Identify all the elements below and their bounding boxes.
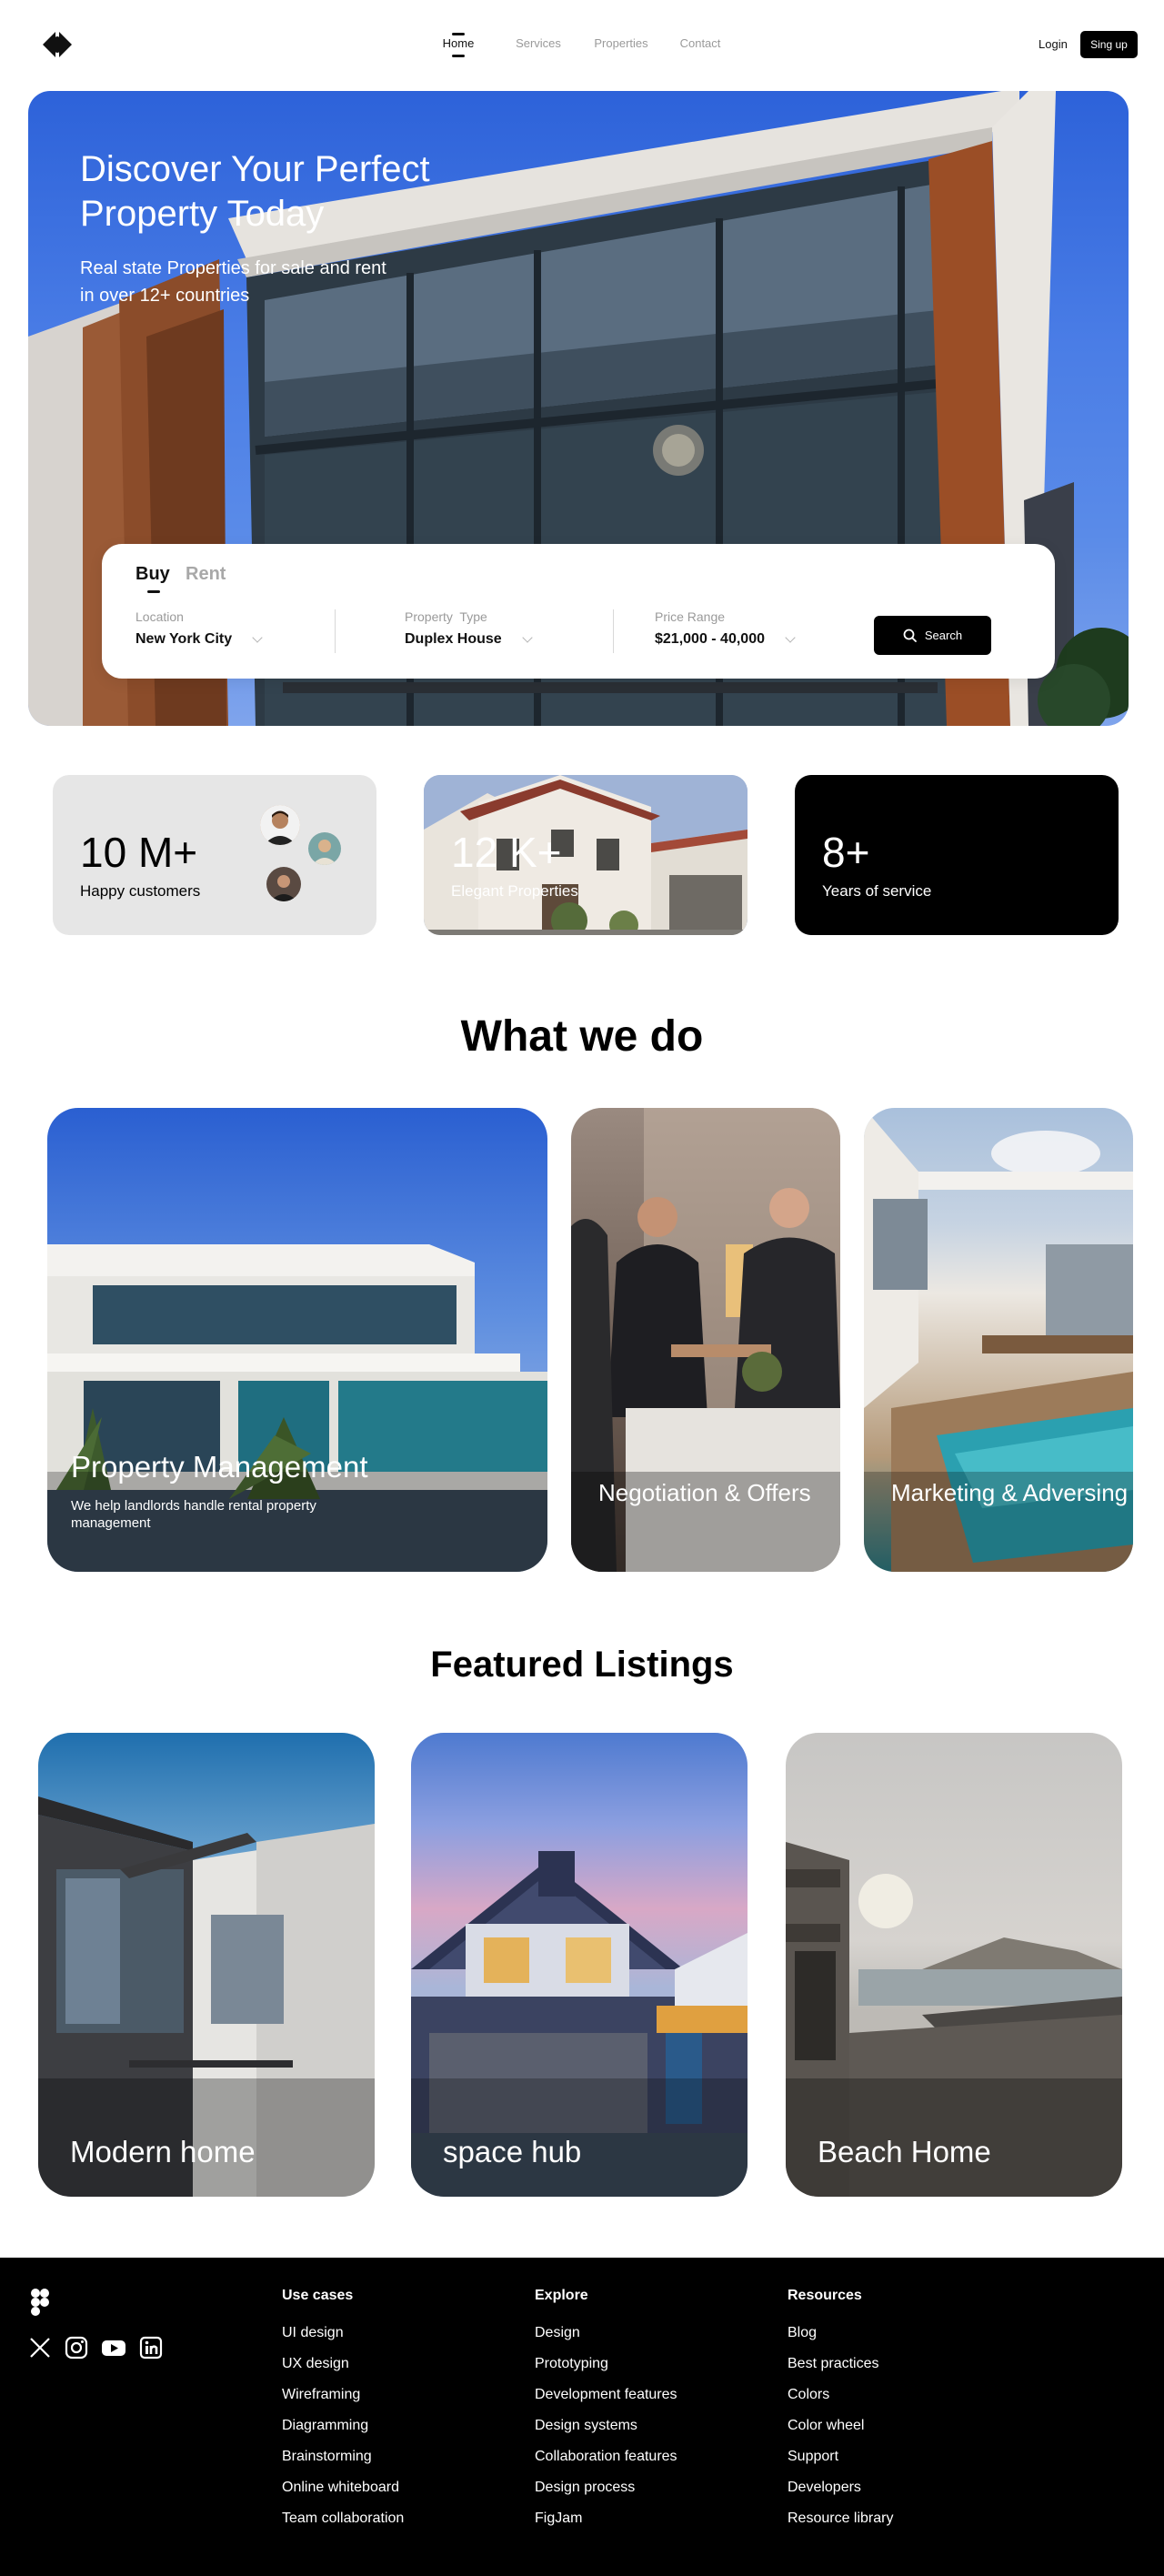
chevron-down-icon [252, 631, 263, 643]
nav-home-label: Home [442, 36, 475, 50]
footer-link[interactable]: Design process [535, 2479, 677, 2497]
footer-link[interactable]: FigJam [535, 2510, 677, 2528]
footer-link[interactable]: Wireframing [282, 2386, 404, 2404]
footer-link[interactable]: Blog [788, 2324, 893, 2342]
footer-link[interactable]: Colors [788, 2386, 893, 2404]
footer-link[interactable]: Developers [788, 2479, 893, 2497]
footer-column-use-cases: Use cases UI design UX design Wireframin… [282, 2288, 404, 2541]
divider [335, 609, 336, 653]
x-icon[interactable] [28, 2336, 52, 2360]
listing-title: space hub [443, 2135, 582, 2168]
price-range-select[interactable]: Price Range $21,000 - 40,000 [655, 609, 796, 648]
property-type-value: Duplex House [405, 631, 502, 647]
footer-link[interactable]: Development features [535, 2386, 677, 2404]
listing-card-beach-home[interactable]: Beach Home [786, 1733, 1122, 2197]
stat-card-properties: 12 K+ Elegant Properties [424, 775, 748, 935]
service-card-title: Property Management [71, 1450, 368, 1484]
footer-link[interactable]: Online whiteboard [282, 2479, 404, 2497]
property-type-label: Property Type [405, 609, 487, 624]
linkedin-icon[interactable] [139, 2336, 163, 2360]
footer-link[interactable]: Brainstorming [282, 2448, 404, 2466]
stat-number: 8+ [822, 829, 870, 876]
listing-title: Modern home [70, 2135, 256, 2168]
listing-image [38, 1796, 375, 2197]
property-search-card: Buy Rent Location New York City Property… [102, 544, 1055, 679]
footer-column-heading: Explore [535, 2288, 588, 2303]
footer-link[interactable]: Support [788, 2448, 893, 2466]
hero-subtitle: Real state Properties for sale and rent … [80, 258, 386, 306]
active-indicator-top [452, 33, 465, 35]
service-card-title: Negotiation & Offers [598, 1479, 811, 1506]
search-icon [903, 629, 917, 642]
youtube-icon[interactable] [101, 2336, 126, 2360]
footer-link[interactable]: UX design [282, 2355, 404, 2373]
footer-link[interactable]: Diagramming [282, 2417, 404, 2435]
footer-link[interactable]: Color wheel [788, 2417, 893, 2435]
service-card-title: Marketing & Adversing [891, 1479, 1129, 1506]
service-card-negotiation[interactable]: Negotiation & Offers [571, 1108, 840, 1572]
active-indicator-bottom [452, 55, 465, 57]
service-card-description: We help landlords handle rental property… [71, 1498, 316, 1531]
login-link[interactable]: Login [1039, 37, 1068, 51]
location-value: New York City [135, 631, 233, 647]
stat-card-customers: 10 M+ Happy customers [53, 775, 376, 935]
chevron-down-icon [522, 631, 533, 643]
footer-column-explore: Explore Design Prototyping Development f… [535, 2288, 677, 2541]
tab-buy-indicator [147, 590, 160, 593]
footer-link[interactable]: Collaboration features [535, 2448, 677, 2466]
listing-image [411, 1851, 748, 2197]
nav-contact[interactable]: Contact [673, 36, 728, 50]
signup-button[interactable]: Sing up [1080, 31, 1138, 58]
logo-icon[interactable] [42, 31, 73, 58]
stat-label: Years of service [822, 882, 932, 900]
price-range-label: Price Range [655, 609, 726, 624]
location-label: Location [135, 609, 184, 624]
footer-link[interactable]: Best practices [788, 2355, 893, 2373]
stat-number: 10 M+ [80, 829, 198, 876]
location-select[interactable]: Location New York City [135, 609, 263, 648]
search-button-label: Search [924, 629, 963, 642]
nav-services[interactable]: Services [511, 36, 566, 50]
listing-image [786, 1842, 1122, 2197]
service-card-marketing[interactable]: Marketing & Adversing [864, 1108, 1133, 1572]
footer-link[interactable]: Resource library [788, 2510, 893, 2528]
stat-card-years: 8+ Years of service [795, 775, 1119, 935]
footer-link[interactable]: Team collaboration [282, 2510, 404, 2528]
property-type-select[interactable]: Property Type Duplex House [405, 609, 533, 648]
avatar [264, 864, 304, 904]
footer-column-resources: Resources Blog Best practices Colors Col… [788, 2288, 893, 2541]
top-navigation: Home Services Properties Contact Login S… [0, 0, 1164, 91]
listing-title: Beach Home [818, 2135, 991, 2168]
stat-label: Elegant Properties [451, 882, 578, 900]
stat-label: Happy customers [80, 882, 201, 900]
footer-column-heading: Use cases [282, 2288, 354, 2303]
social-links [28, 2336, 163, 2360]
footer-link[interactable]: Design [535, 2324, 677, 2342]
stat-number: 12 K+ [451, 829, 562, 876]
footer: Use cases UI design UX design Wireframin… [0, 2258, 1164, 2576]
tab-buy[interactable]: Buy [135, 564, 170, 585]
listing-card-modern-home[interactable]: Modern home [38, 1733, 375, 2197]
footer-link[interactable]: Prototyping [535, 2355, 677, 2373]
tab-rent[interactable]: Rent [186, 564, 226, 585]
footer-link[interactable]: UI design [282, 2324, 404, 2342]
divider [613, 609, 614, 653]
service-card-property-management[interactable]: Property Management We help landlords ha… [47, 1108, 547, 1572]
avatar [306, 830, 344, 868]
featured-section-title: Featured Listings [430, 1645, 734, 1685]
price-range-value: $21,000 - 40,000 [655, 631, 765, 647]
chevron-down-icon [785, 631, 796, 643]
instagram-icon[interactable] [65, 2336, 88, 2360]
hero-title: Discover Your Perfect Property Today [80, 149, 430, 234]
services-section-title: What we do [460, 1012, 704, 1061]
search-button[interactable]: Search [874, 616, 991, 655]
nav-home[interactable]: Home [440, 33, 477, 57]
footer-column-heading: Resources [788, 2288, 862, 2303]
footer-link[interactable]: Design systems [535, 2417, 677, 2435]
avatar [257, 802, 303, 848]
nav-properties[interactable]: Properties [589, 36, 653, 50]
listing-card-space-hub[interactable]: space hub [411, 1733, 748, 2197]
figma-logo-icon[interactable] [31, 2289, 49, 2316]
